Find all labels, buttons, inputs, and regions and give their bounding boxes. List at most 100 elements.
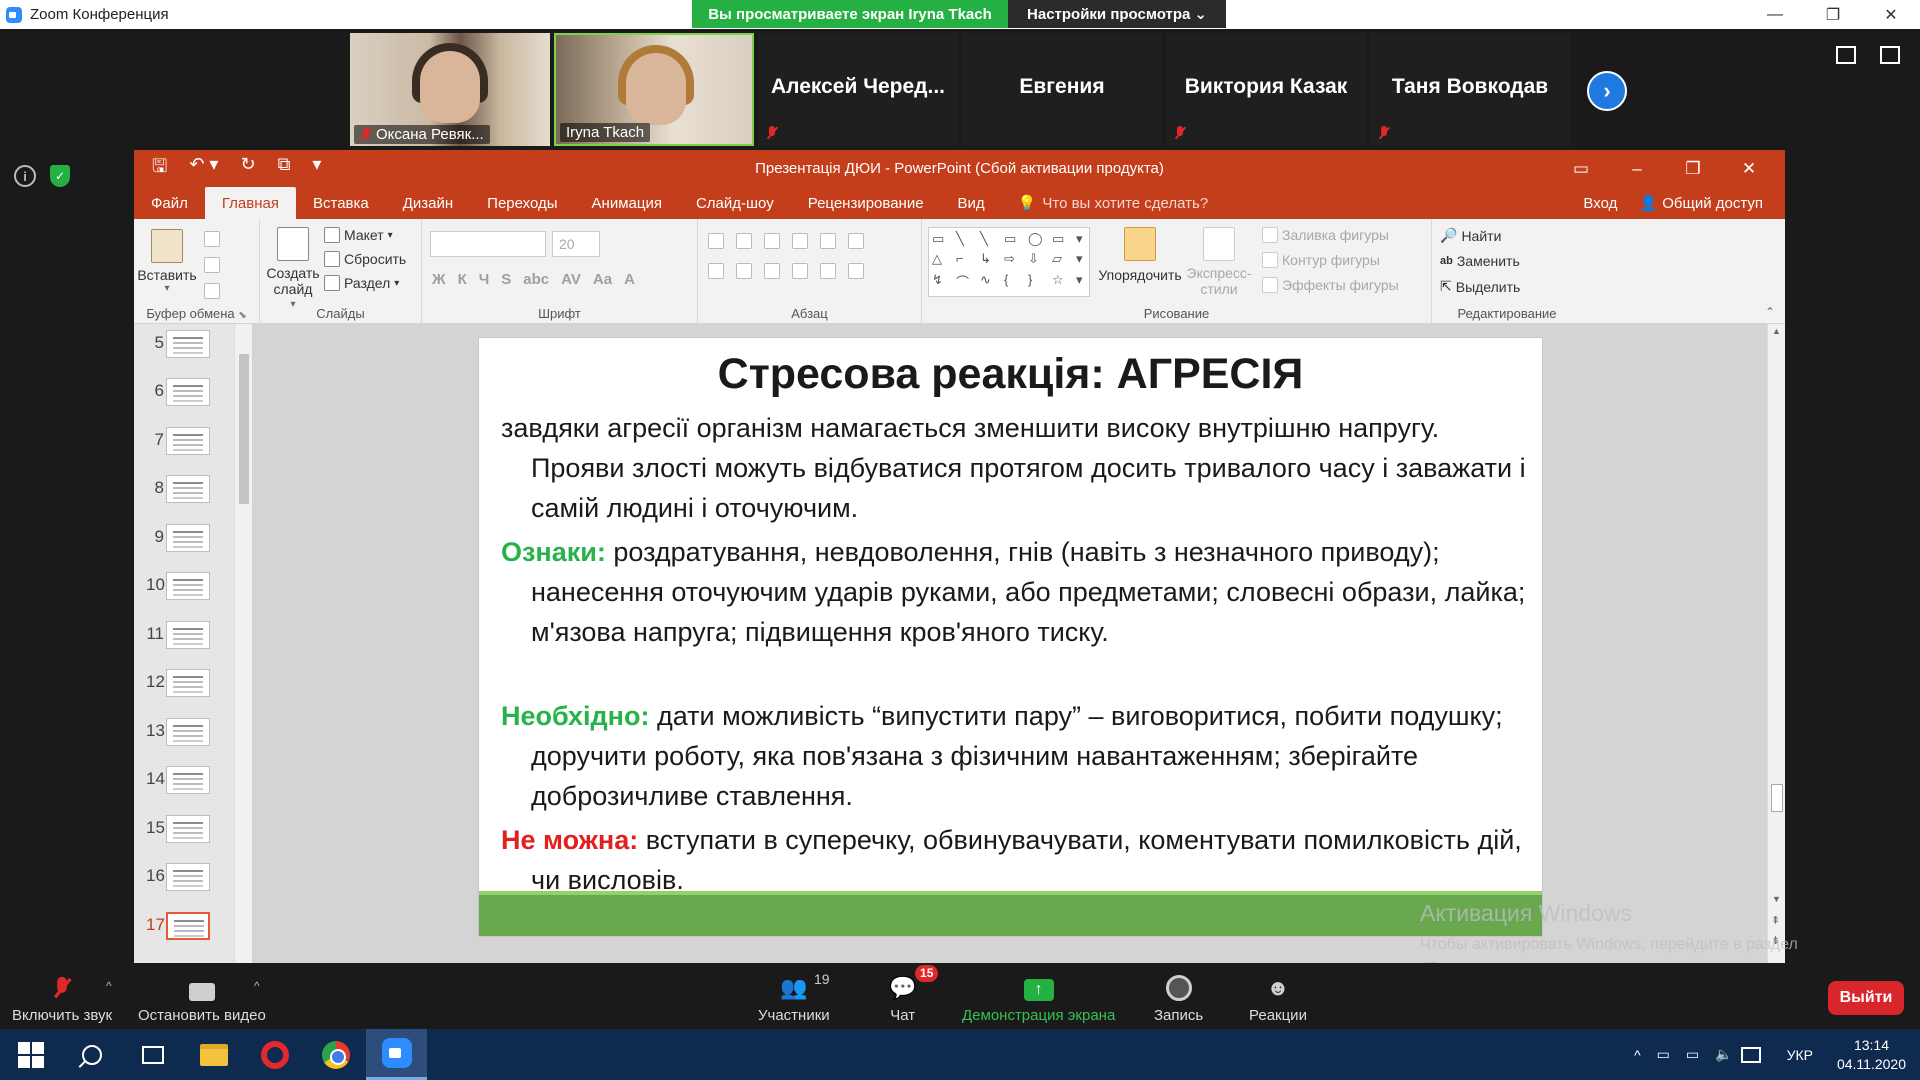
participant-tile[interactable]: Евгения [962,33,1162,146]
quick-styles-button[interactable]: Экспресс-стили [1184,227,1254,297]
fullscreen-icon[interactable] [1880,46,1900,64]
shape-elbow-arrow-icon[interactable]: ↳ [980,251,1002,269]
share-screen-button[interactable]: ↑ Демонстрация экрана [962,973,1115,1024]
tab-slideshow[interactable]: Слайд-шоу [679,187,791,219]
tab-design[interactable]: Дизайн [386,187,470,219]
tab-file[interactable]: Файл [134,187,205,219]
tab-transitions[interactable]: Переходы [470,187,574,219]
justify-icon[interactable] [792,263,808,279]
minimize-icon[interactable]: – [1609,159,1665,179]
show-hidden-icons-icon[interactable]: ^ [1634,1047,1641,1063]
cut-icon[interactable] [204,231,220,247]
bold-icon[interactable]: Ж [432,271,446,288]
taskbar-clock[interactable]: 13:14 04.11.2020 [1837,1036,1906,1074]
gallery-more-icon[interactable]: ▾ [1076,272,1098,293]
layout-button[interactable]: Макет ▾ [324,227,406,243]
current-slide[interactable]: Стресова реакція: АГРЕСІЯ завдяки агресі… [478,337,1543,937]
tab-insert[interactable]: Вставка [296,187,386,219]
gallery-scroll-icon[interactable]: ▾ [1076,251,1098,269]
shapes-gallery[interactable]: ▭ ╲ ╲ ▭ ◯ ▭ ▾ △ ⌐ ↳ ⇨ ⇩ ▱ ▾ ↯ ⌒ ∿ {} ☆ … [928,227,1090,297]
restore-button[interactable]: ❐ [1804,0,1862,29]
decrease-indent-icon[interactable] [764,233,780,249]
shape-flowchart-icon[interactable]: ▱ [1052,251,1074,269]
shape-arc-icon[interactable]: ⌒ [956,272,978,293]
close-button[interactable]: ✕ [1862,0,1920,29]
strikethrough-icon[interactable]: abc [523,271,549,288]
shape-rounded-rect-icon[interactable]: ▭ [1052,231,1074,249]
tab-animations[interactable]: Анимация [575,187,679,219]
line-spacing-icon[interactable] [820,233,836,249]
font-color-icon[interactable]: A [624,271,635,288]
participant-tile[interactable]: Оксана Ревяк... [350,33,550,146]
shape-down-arrow-icon[interactable]: ⇩ [1028,251,1050,269]
shadow-icon[interactable]: S [501,271,511,288]
reactions-button[interactable]: ☻ Реакции [1249,973,1307,1024]
security-shield-icon[interactable]: ✓ [50,165,70,187]
next-participants-arrow-icon[interactable]: › [1587,71,1627,111]
section-button[interactable]: Раздел ▾ [324,275,406,291]
shape-oval-icon[interactable]: ◯ [1028,231,1050,249]
view-settings-button[interactable]: Настройки просмотра ⌄ [1008,0,1226,28]
shape-effects-button[interactable]: Эффекты фигуры [1262,277,1399,293]
shape-triangle-icon[interactable]: △ [932,251,954,269]
copy-icon[interactable] [204,257,220,273]
bullets-icon[interactable] [708,233,724,249]
collapse-ribbon-icon[interactable]: ⌃ [1765,305,1775,319]
record-button[interactable]: Запись [1154,973,1203,1024]
columns-icon[interactable] [820,263,836,279]
italic-icon[interactable]: К [458,271,467,288]
taskbar-search[interactable] [61,1029,122,1080]
new-slide-button[interactable]: Создать слайд ▾ [266,227,320,313]
share-button[interactable]: 👤 Общий доступ [1639,194,1763,212]
participants-button[interactable]: 👥 19 Участники [758,971,830,1024]
participant-tile[interactable]: Виктория Казак [1166,33,1366,146]
font-size-input[interactable]: 20 [552,231,600,257]
shape-star-icon[interactable]: ☆ [1052,272,1074,293]
taskbar-chrome[interactable] [305,1029,366,1080]
thumbnails-scrollbar[interactable] [234,324,252,963]
gallery-view-icon[interactable] [1836,46,1856,64]
stop-video-button[interactable]: Остановить видео [138,973,266,1024]
shape-right-brace-icon[interactable]: } [1028,272,1050,293]
participant-tile[interactable]: Таня Вовкодав [1370,33,1570,146]
align-right-icon[interactable] [764,263,780,279]
taskbar-opera[interactable] [244,1029,305,1080]
shape-rectangle-icon[interactable]: ▭ [1004,231,1026,249]
shape-elbow-icon[interactable]: ⌐ [956,251,978,269]
tab-home[interactable]: Главная [204,187,296,219]
shape-textbox-icon[interactable]: ▭ [932,231,954,249]
input-language[interactable]: УКР [1787,1047,1813,1063]
unmute-button[interactable]: Включить звук [12,973,112,1024]
ribbon-display-icon[interactable]: ▭ [1553,159,1609,179]
clipboard-launcher-icon[interactable]: ⬊ [238,310,246,321]
shape-left-brace-icon[interactable]: { [1004,272,1026,293]
start-button[interactable] [0,1029,61,1080]
task-view-button[interactable] [122,1029,183,1080]
select-button[interactable]: ⇱ Выделить [1440,278,1520,295]
network-icon[interactable]: ▭ [1686,1046,1699,1063]
taskbar-explorer[interactable] [183,1029,244,1080]
underline-icon[interactable]: Ч [479,271,490,288]
shape-lightning-icon[interactable]: ↯ [932,272,954,293]
change-case-icon[interactable]: Aa [593,271,612,288]
video-options-caret-icon[interactable]: ^ [254,979,260,993]
battery-icon[interactable]: ▭ [1657,1046,1670,1063]
align-center-icon[interactable] [736,263,752,279]
leave-meeting-button[interactable]: Выйти [1828,981,1904,1015]
shape-arrow-line-icon[interactable]: ╲ [980,231,1002,249]
scrollbar-thumb[interactable] [239,354,249,504]
volume-icon[interactable]: 🔈 [1715,1046,1732,1063]
scroll-up-icon[interactable]: ▲ [1772,326,1781,336]
tab-view[interactable]: Вид [941,187,1002,219]
notification-center-icon[interactable] [1740,1046,1761,1063]
shape-wave-icon[interactable]: ∿ [980,272,1002,293]
shape-fill-button[interactable]: Заливка фигуры [1262,227,1399,243]
close-icon[interactable]: ✕ [1721,159,1777,179]
text-direction-icon[interactable] [848,233,864,249]
format-painter-icon[interactable] [204,283,220,299]
reset-button[interactable]: Сбросить [324,251,406,267]
participant-tile[interactable]: Алексей Черед... [758,33,958,146]
replace-button[interactable]: ab Заменить [1440,253,1520,269]
shape-outline-button[interactable]: Контур фигуры [1262,252,1399,268]
taskbar-zoom[interactable] [366,1029,427,1080]
